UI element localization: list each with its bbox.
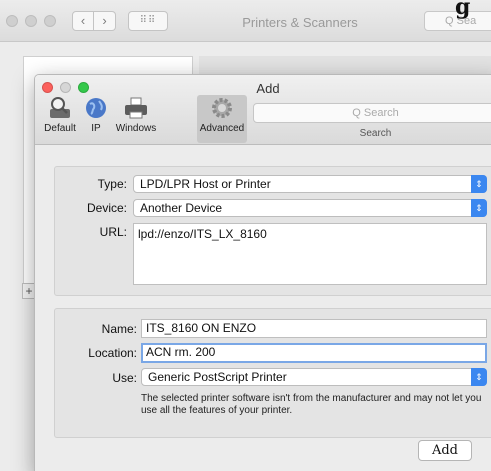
dialog-title: Add xyxy=(256,81,280,96)
driver-warning-note: The selected printer software isn't from… xyxy=(141,393,491,417)
type-value: LPD/LPR Host or Printer xyxy=(140,177,271,191)
toolbar-default[interactable]: Default xyxy=(39,95,81,143)
use-popup[interactable]: Generic PostScript Printer ⇕ xyxy=(141,368,487,386)
printer-icon xyxy=(125,97,147,119)
name-label: Name: xyxy=(101,322,137,336)
location-field[interactable]: ACN rm. 200 xyxy=(141,343,487,363)
show-all-button[interactable]: ⠿⠿ xyxy=(128,11,168,31)
toolbar-label: Windows xyxy=(115,123,157,134)
search-label: Search xyxy=(359,128,392,139)
name-field[interactable]: ITS_8160 ON ENZO xyxy=(141,319,487,338)
search-input[interactable]: Q Search xyxy=(253,103,491,123)
zoom-button[interactable] xyxy=(44,15,56,27)
connection-section: Type: LPD/LPR Host or Printer ⇕ Device: … xyxy=(54,166,491,296)
type-label: Type: xyxy=(97,177,127,191)
minimize-button[interactable] xyxy=(25,15,37,27)
dialog-titlebar: Add Default IP Windows Advanced Q Search… xyxy=(35,75,491,145)
forward-button[interactable]: › xyxy=(94,11,116,31)
url-label: URL: xyxy=(99,225,127,239)
corner-glyph: g xyxy=(455,0,471,20)
chevron-updown-icon: ⇕ xyxy=(471,199,487,217)
chevron-updown-icon: ⇕ xyxy=(471,368,487,386)
toolbar-label: Default xyxy=(44,123,76,134)
add-button[interactable]: Add xyxy=(418,440,472,461)
printer-info-section: Name: ITS_8160 ON ENZO Location: ACN rm.… xyxy=(54,308,491,438)
toolbar-advanced[interactable]: Advanced xyxy=(197,95,247,143)
toolbar-label: IP xyxy=(91,123,101,134)
magnifier-printer-icon xyxy=(50,97,70,118)
gear-icon xyxy=(212,98,232,118)
device-value: Another Device xyxy=(140,201,223,215)
toolbar-windows[interactable]: Windows xyxy=(111,95,161,143)
url-field[interactable]: lpd://enzo/ITS_LX_8160 xyxy=(133,223,487,285)
window-title: Printers & Scanners xyxy=(242,15,358,30)
close-button[interactable] xyxy=(6,15,18,27)
driver-warning-line2: use all the features of your printer. xyxy=(141,405,293,416)
back-window-controls xyxy=(6,15,56,27)
device-popup[interactable]: Another Device ⇕ xyxy=(133,199,487,217)
location-label: Location: xyxy=(88,346,137,360)
toolbar-label: Advanced xyxy=(199,123,245,134)
nav-buttons: ‹ › xyxy=(72,11,116,31)
driver-warning-line1: The selected printer software isn't from… xyxy=(141,393,482,404)
type-popup[interactable]: LPD/LPR Host or Printer ⇕ xyxy=(133,175,487,193)
use-label: Use: xyxy=(112,371,137,385)
use-value: Generic PostScript Printer xyxy=(148,370,287,384)
back-button[interactable]: ‹ xyxy=(72,11,94,31)
toolbar-ip[interactable]: IP xyxy=(81,95,111,143)
chevron-updown-icon: ⇕ xyxy=(471,175,487,193)
back-titlebar: ‹ › ⠿⠿ Printers & Scanners Q Sea g xyxy=(0,0,491,42)
globe-icon xyxy=(86,98,106,118)
device-label: Device: xyxy=(86,201,127,215)
add-printer-dialog: Add Default IP Windows Advanced Q Search… xyxy=(34,74,491,471)
